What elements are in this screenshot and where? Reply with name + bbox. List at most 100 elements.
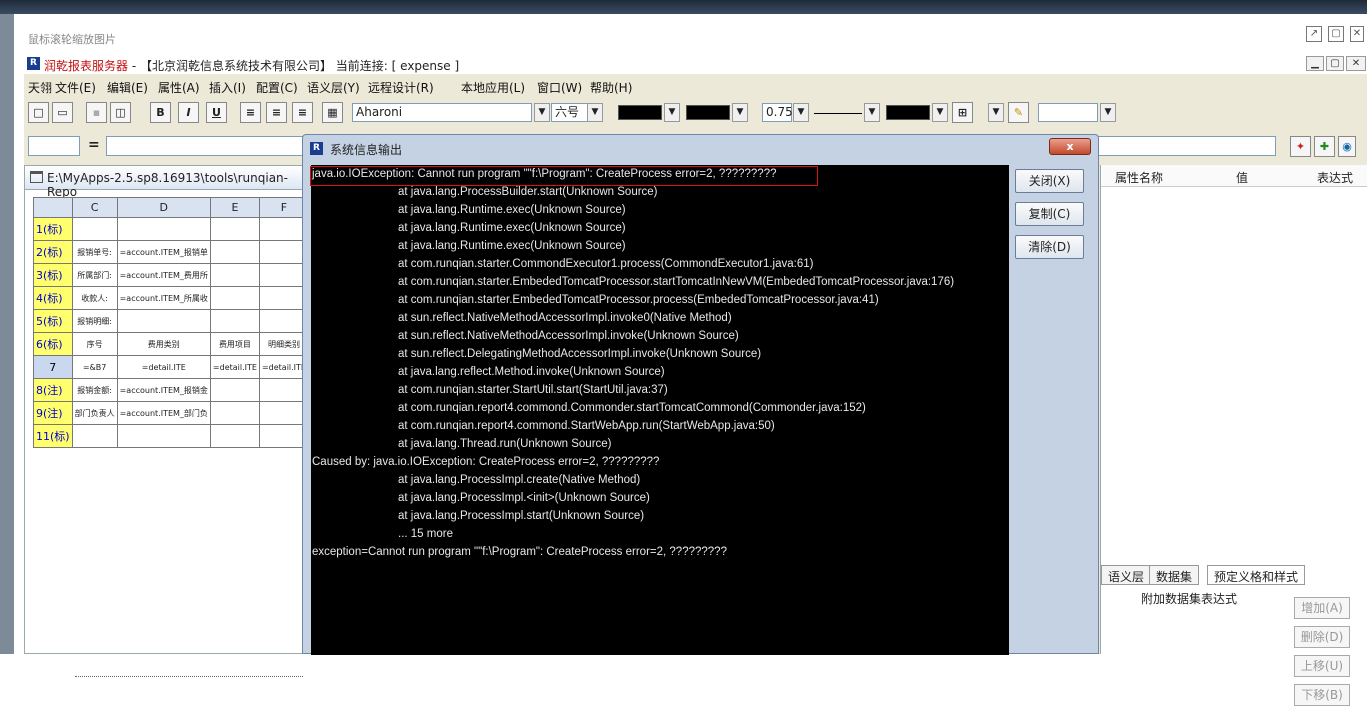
grid-cell[interactable]: 报销明细: — [71, 309, 118, 333]
extra-dropdown-icon[interactable]: ▼ — [1100, 103, 1116, 122]
grid-cell[interactable] — [209, 424, 260, 448]
size-select[interactable]: 六号 — [551, 103, 591, 122]
grid-cell[interactable]: 序号 — [71, 332, 118, 356]
italic-icon[interactable]: I — [178, 102, 199, 123]
font-color-dropdown-icon[interactable]: ▼ — [664, 103, 680, 122]
restore-button[interactable]: ▢ — [1326, 56, 1344, 71]
popout-icon[interactable]: ↗ — [1306, 26, 1322, 42]
grid-cell[interactable]: 报销单号: — [71, 240, 118, 264]
console-output[interactable]: java.io.IOException: Cannot run program … — [311, 165, 1009, 655]
close-button[interactable]: 关闭(X) — [1015, 169, 1084, 193]
extra-select[interactable] — [1038, 103, 1098, 122]
align-right-icon[interactable]: ≡ — [292, 102, 313, 123]
font-dropdown-icon[interactable]: ▼ — [534, 103, 550, 122]
dialog-close-icon[interactable]: x — [1049, 138, 1091, 155]
menu-local[interactable]: 本地应用(L) — [461, 79, 525, 96]
row-header[interactable]: 7 — [33, 355, 73, 379]
grid-cell[interactable]: 收款人: — [71, 286, 118, 310]
grid-cell[interactable]: =detail.ITE — [209, 355, 260, 379]
grid-cell[interactable] — [71, 424, 118, 448]
tool-icon-1[interactable]: ✦ — [1290, 136, 1311, 157]
clear-button[interactable]: 清除(D) — [1015, 235, 1084, 259]
align-left-icon[interactable]: ≡ — [240, 102, 261, 123]
menu-properties[interactable]: 属性(A) — [158, 79, 200, 96]
tool-icon-3[interactable]: ◉ — [1338, 136, 1356, 157]
border-dropdown-icon[interactable]: ▼ — [988, 103, 1004, 122]
line-style-dropdown-icon[interactable]: ▼ — [864, 103, 880, 122]
app-close-button[interactable]: ✕ — [1346, 56, 1366, 71]
grid-cell[interactable]: =account.ITEM_所属收 — [116, 286, 211, 310]
grid-cell[interactable]: =account.ITEM_报销单 — [116, 240, 211, 264]
column-header[interactable]: D — [116, 197, 211, 218]
grid-cell[interactable]: 费用类别 — [116, 332, 211, 356]
row-header[interactable]: 1(标) — [33, 217, 73, 241]
grid-cell[interactable] — [116, 217, 211, 241]
brush-icon[interactable]: ✎ — [1008, 102, 1029, 123]
tab-dataset[interactable]: 数据集 — [1149, 565, 1200, 585]
save-icon[interactable]: ▪ — [86, 102, 107, 123]
column-header[interactable]: E — [209, 197, 260, 218]
grid-cell[interactable]: 部门负责人 — [71, 401, 118, 425]
row-header[interactable]: 8(注) — [33, 378, 73, 402]
new-file-icon[interactable]: □ — [28, 102, 49, 123]
menu-config[interactable]: 配置(C) — [256, 79, 298, 96]
row-header[interactable]: 2(标) — [33, 240, 73, 264]
menu-help[interactable]: 帮助(H) — [590, 79, 632, 96]
grid-cell[interactable]: 报销金额: — [71, 378, 118, 402]
tab-semantic[interactable]: 语义层 — [1101, 565, 1152, 585]
grid-cell[interactable] — [209, 217, 260, 241]
grid-cell[interactable]: =&B7 — [71, 355, 118, 379]
size-dropdown-icon[interactable]: ▼ — [587, 103, 603, 122]
underline-icon[interactable]: U — [206, 102, 227, 123]
cell-icon[interactable]: ▦ — [322, 102, 343, 123]
line-width-input[interactable]: 0.75 — [762, 103, 793, 122]
font-select[interactable]: Aharoni — [352, 103, 532, 122]
row-header[interactable]: 4(标) — [33, 286, 73, 310]
grid-cell[interactable] — [209, 401, 260, 425]
line-width-dropdown-icon[interactable]: ▼ — [793, 103, 809, 122]
row-header[interactable]: 5(标) — [33, 309, 73, 333]
border-icon[interactable]: ⊞ — [952, 102, 973, 123]
maximize-icon[interactable]: ▢ — [1328, 26, 1344, 42]
menu-tianling[interactable]: 天翎 — [28, 79, 52, 96]
grid-corner[interactable] — [33, 197, 73, 218]
border-color-dropdown-icon[interactable]: ▼ — [932, 103, 948, 122]
grid-cell[interactable]: =account.ITEM_部门负 — [116, 401, 211, 425]
grid-cell[interactable]: 费用项目 — [209, 332, 260, 356]
grid-cell[interactable]: =account.ITEM_费用所 — [116, 263, 211, 287]
row-header[interactable]: 9(注) — [33, 401, 73, 425]
back-color-dropdown-icon[interactable]: ▼ — [732, 103, 748, 122]
tool-icon-2[interactable]: ✚ — [1314, 136, 1335, 157]
minimize-button[interactable]: ▁ — [1306, 56, 1324, 71]
grid-cell[interactable] — [209, 309, 260, 333]
font-color-swatch[interactable] — [618, 105, 662, 120]
grid-cell[interactable]: =detail.ITE — [116, 355, 211, 379]
grid-cell[interactable]: 所属部门: — [71, 263, 118, 287]
bold-icon[interactable]: B — [150, 102, 171, 123]
menu-insert[interactable]: 插入(I) — [209, 79, 246, 96]
menu-edit[interactable]: 编辑(E) — [107, 79, 148, 96]
cell-name-input[interactable] — [28, 136, 80, 156]
row-header[interactable]: 6(标) — [33, 332, 73, 356]
grid-cell[interactable] — [209, 286, 260, 310]
open-folder-icon[interactable]: ▭ — [52, 102, 73, 123]
copy-button[interactable]: 复制(C) — [1015, 202, 1084, 226]
close-icon[interactable]: ✕ — [1350, 26, 1364, 42]
delete-button[interactable]: 删除(D) — [1294, 626, 1350, 648]
grid-cell[interactable] — [209, 240, 260, 264]
preview-icon[interactable]: ◫ — [110, 102, 131, 123]
menu-file[interactable]: 文件(E) — [55, 79, 96, 96]
grid-cell[interactable] — [209, 378, 260, 402]
grid-cell[interactable] — [116, 424, 211, 448]
grid-cell[interactable] — [209, 263, 260, 287]
row-header[interactable]: 3(标) — [33, 263, 73, 287]
column-header[interactable]: C — [71, 197, 118, 218]
border-color-swatch[interactable] — [886, 105, 930, 120]
back-color-swatch[interactable] — [686, 105, 730, 120]
move-down-button[interactable]: 下移(B) — [1294, 684, 1350, 706]
grid-cell[interactable]: =account.ITEM_报销金 — [116, 378, 211, 402]
menu-semantic[interactable]: 语义层(Y) — [307, 79, 360, 96]
tab-styles[interactable]: 预定义格和样式 — [1207, 565, 1306, 585]
align-center-icon[interactable]: ≡ — [266, 102, 287, 123]
grid-cell[interactable] — [71, 217, 118, 241]
